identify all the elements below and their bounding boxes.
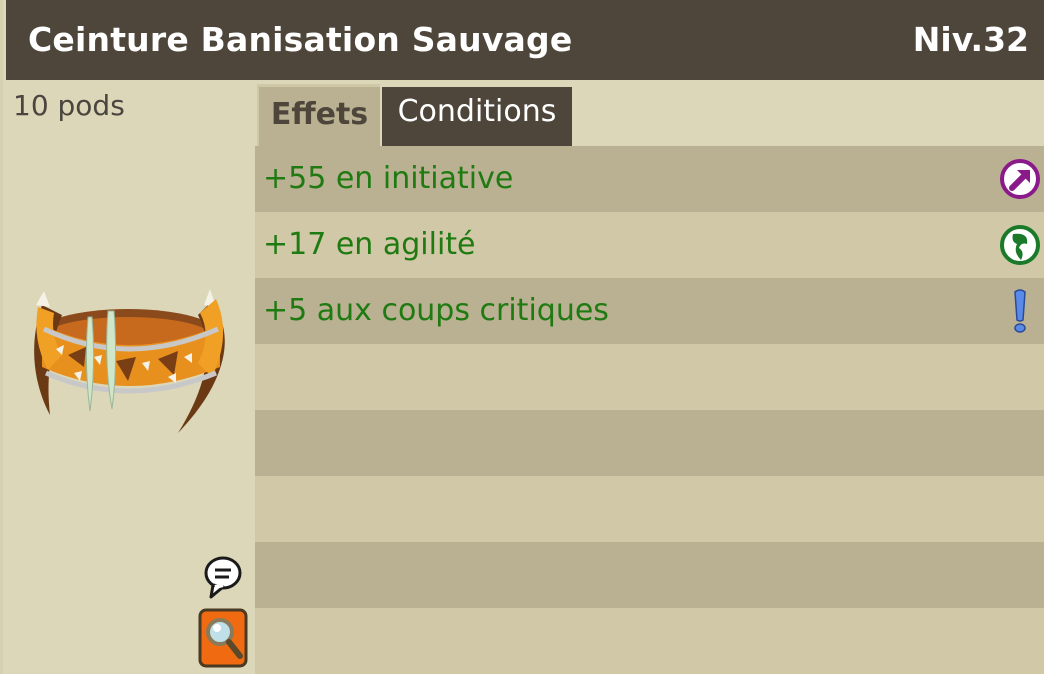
speech-bubble-icon[interactable] (203, 555, 243, 599)
tab-conditions[interactable]: Conditions (382, 87, 572, 146)
item-name: Ceinture Banisation Sauvage (28, 20, 573, 59)
item-details-panel: Effets Conditions +55 en initiative +17 … (255, 80, 1044, 674)
effect-row-empty (255, 344, 1044, 410)
effects-list: +55 en initiative +17 en agilité +5 aux … (255, 146, 1044, 674)
initiative-icon (1000, 159, 1040, 199)
effect-row-agility: +17 en agilité (255, 212, 1044, 278)
belt-item-icon (34, 289, 225, 433)
effect-row-critical: +5 aux coups critiques (255, 278, 1044, 344)
item-info-panel: 10 pods (6, 80, 255, 674)
item-level: Niv.32 (912, 20, 1029, 59)
effect-row-empty (255, 410, 1044, 476)
effect-text: +17 en agilité (263, 227, 476, 262)
effect-text: +5 aux coups critiques (263, 293, 609, 328)
effect-row-initiative: +55 en initiative (255, 146, 1044, 212)
effect-row-empty (255, 476, 1044, 542)
agility-icon (1000, 225, 1040, 265)
item-weight: 10 pods (13, 89, 125, 122)
magnifier-icon[interactable] (198, 608, 248, 668)
effect-text: +55 en initiative (263, 161, 514, 196)
effect-row-empty (255, 608, 1044, 674)
tab-effets[interactable]: Effets (257, 84, 380, 146)
item-tooltip-window: Ceinture Banisation Sauvage Niv.32 10 po… (0, 0, 1044, 674)
critical-icon (1014, 289, 1026, 333)
item-header: Ceinture Banisation Sauvage Niv.32 (6, 0, 1044, 80)
effect-row-empty (255, 542, 1044, 608)
